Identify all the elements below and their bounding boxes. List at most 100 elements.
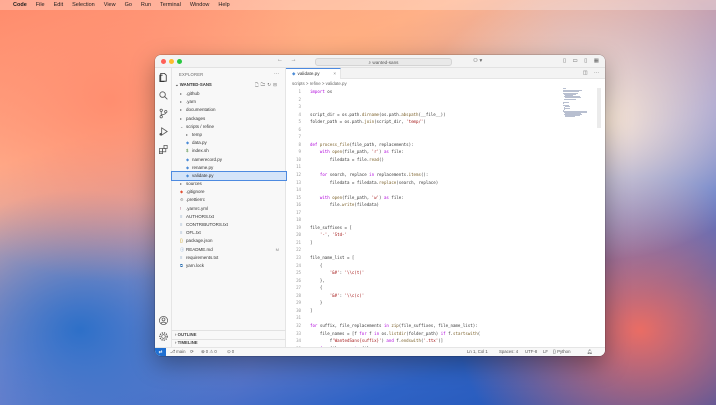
timeline-section[interactable]: › TIMELINE [175,340,198,345]
language-status[interactable]: {} Python [553,348,570,356]
chevron-right-icon: ▸ [186,131,189,137]
cursor-position[interactable]: Ln 1, Col 1 [467,348,488,356]
menu-run[interactable]: Run [141,2,151,8]
branch-status[interactable]: ⎇ main [170,348,185,356]
notifications-icon[interactable]: 🔔︎ [587,348,592,356]
collapse-all-icon[interactable]: ⊟ [273,82,279,87]
minimize-window-button[interactable] [169,59,174,64]
file-tree-item[interactable]: ▸ temp [172,131,286,139]
chevron-down-icon: ⌄ [180,123,184,129]
menu-go[interactable]: Go [125,2,132,8]
toggle-panel-icon[interactable]: ▭ [573,58,578,64]
file-tree-item[interactable]: {} package.json [172,237,286,245]
menu-terminal[interactable]: Terminal [160,2,181,8]
code-line: 13 filedata = filedata.replace(search, r… [286,179,586,187]
menu-file[interactable]: File [36,2,45,8]
file-tree-item[interactable]: ! .yarnrc.yml [172,205,286,213]
customize-layout-icon[interactable]: ▦ [594,58,599,64]
file-tree-item[interactable]: ▸ packages [172,115,286,123]
file-tree-item[interactable]: $ index.sh [172,147,286,155]
close-tab-icon[interactable]: × [333,69,336,79]
file-tree-item[interactable]: ◆ namerecord.py [172,156,286,164]
file-tree-item[interactable]: ≡ requirements.txt [172,254,286,262]
forward-arrow-icon[interactable]: → [291,57,297,63]
back-arrow-icon[interactable]: ← [277,57,283,63]
code-line: 28 '&#': '\\c(c)' [286,292,586,300]
line-number: 18 [296,217,301,223]
menu-app-name[interactable]: Code [13,2,27,8]
search-icon[interactable] [158,90,169,101]
gear-icon[interactable] [158,331,169,342]
command-center-search[interactable]: ⌕ wanted-sans [315,57,452,66]
more-actions-icon[interactable]: ··· [274,71,279,77]
file-tree-item-label: documentation [186,107,216,113]
file-tree-item-label: requirements.txt [186,254,219,260]
code-line: 24 { [286,262,586,270]
minimap[interactable] [563,88,593,118]
file-tree-item[interactable]: ▸ sources [172,180,286,188]
layout-controls: ▯ ▭ ▯ ▦ [558,58,599,64]
more-actions-icon[interactable]: ··· [594,70,599,76]
file-tree-item[interactable]: ▸ documentation [172,106,286,114]
outline-section[interactable]: › OUTLINE [175,332,196,337]
minimap-line [564,102,569,104]
remote-indicator-icon[interactable]: ⇄ [155,348,166,356]
file-tree-item-label: sources [186,181,202,187]
menu-window[interactable]: Window [190,2,210,8]
breadcrumb[interactable]: scripts > refine > validate.py [286,80,605,88]
file-tree-item[interactable]: ≡ CONTRIBUTORS.txt [172,221,286,229]
file-tree-item[interactable]: ⚙ .prettierrc [172,196,286,204]
run-debug-icon[interactable] [158,126,169,137]
menu-help[interactable]: Help [218,2,229,8]
line-number: 10 [296,156,301,162]
accounts-icon[interactable] [158,315,169,326]
file-tree-item[interactable]: ≡ AUTHORS.txt [172,213,286,221]
line-number: 3 [298,104,301,110]
ports-status[interactable]: ⊙ 0 [227,348,234,356]
code-line: 5 folder_path = os.path.join(script_dir, … [286,118,586,126]
explorer-icon[interactable] [158,72,169,83]
source-control-icon[interactable] [158,108,169,119]
menu-selection[interactable]: Selection [72,2,95,8]
tab-validate-py[interactable]: ◆ validate.py × [286,68,341,79]
split-editor-icon[interactable]: ◫ [583,70,588,76]
encoding-status[interactable]: UTF-8 [525,348,537,356]
sync-icon[interactable]: ⟳ [190,348,194,356]
file-tree-item[interactable]: ▸ .github [172,90,286,98]
code-line: 27 { [286,284,586,292]
workspace-root[interactable]: ⌄ WANTED-SANS [175,82,212,88]
extensions-icon[interactable] [158,144,169,155]
close-window-button[interactable] [161,59,166,64]
chevron-right-icon: ▸ [180,115,183,121]
toggle-secondary-sidebar-icon[interactable]: ▯ [584,58,587,64]
line-number: 27 [296,285,301,291]
eol-status[interactable]: LF [543,348,548,356]
editor-scrollbar[interactable] [597,88,601,128]
code-text: '&#': '\\c(c)' [329,292,365,298]
problems-status[interactable]: ⊗ 0 ⚠ 0 [201,348,217,356]
line-number: 28 [296,292,301,298]
code-line: 21] [286,239,586,247]
file-tree-item-label: scripts / refine [186,123,215,129]
file-tree-item[interactable]: ▸ .yarn [172,98,286,106]
zoom-window-button[interactable] [177,59,182,64]
file-tree-item[interactable]: ◆ data.py [172,139,286,147]
file-tree-item[interactable]: ◆ rename.py [172,164,286,172]
menu-view[interactable]: View [104,2,116,8]
indentation-status[interactable]: Spaces: 4 [499,348,518,356]
menu-edit[interactable]: Edit [54,2,63,8]
file-tree-item[interactable]: ◆ .gitignore [172,188,286,196]
line-number: 23 [296,255,301,261]
code-text: file_names = [f for f in os.listdir(fold… [310,330,481,336]
file-tree-item[interactable]: ⓘ README.md M [172,246,286,254]
code-editor[interactable]: 1 import os 2 3 4 script_dir = os.path.dirnam… [286,88,586,347]
toggle-sidebar-icon[interactable]: ▯ [563,58,566,64]
file-tree-item[interactable]: ⌄ scripts / refine [172,123,286,131]
copilot-icon[interactable]: ⚇ ▾ [473,58,482,64]
line-number: 33 [296,330,301,336]
file-tree-item[interactable]: ⧉ yarn.lock [172,262,286,270]
file-tree-item[interactable]: ◆ validate.py [171,170,287,182]
code-line: 3 [286,103,586,111]
code-line: 1 import os [286,88,586,96]
file-tree-item[interactable]: ≡ OFL.txt [172,229,286,237]
